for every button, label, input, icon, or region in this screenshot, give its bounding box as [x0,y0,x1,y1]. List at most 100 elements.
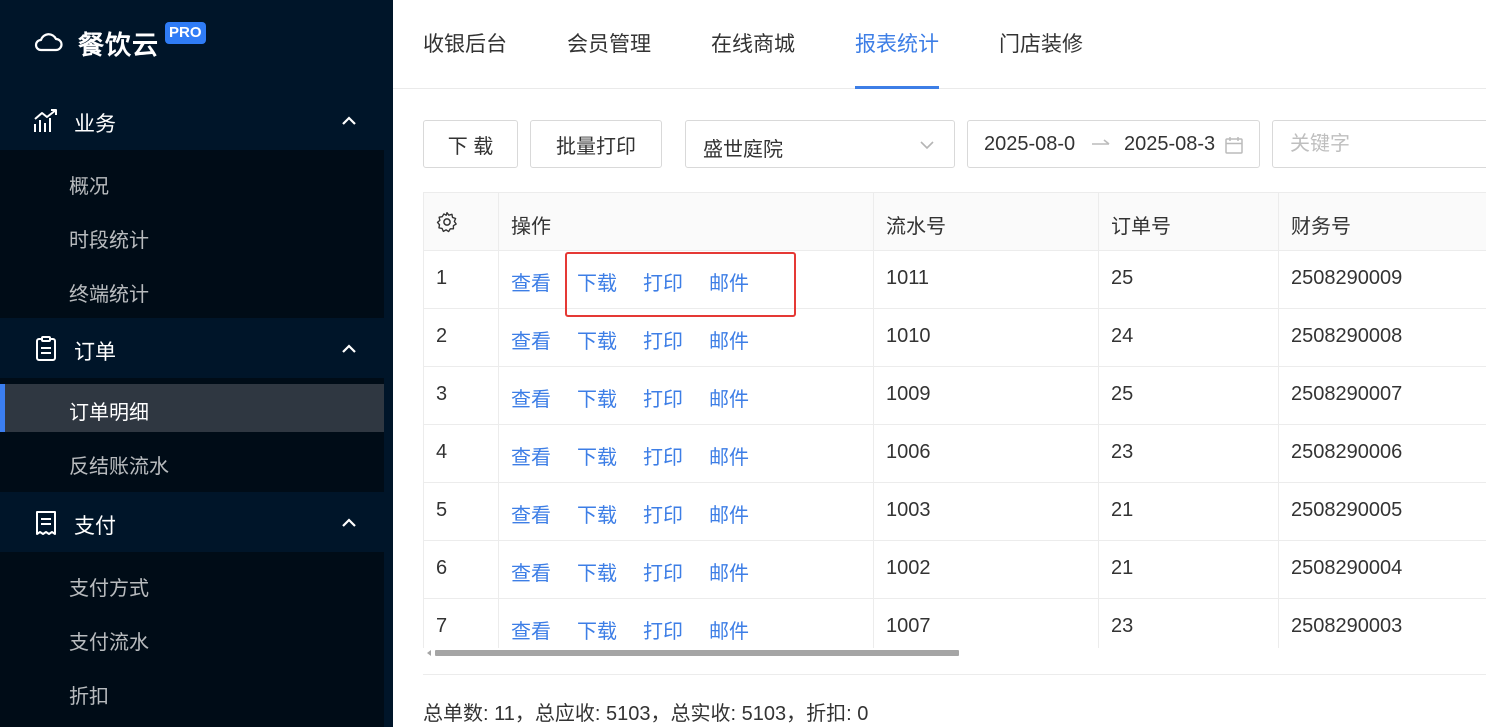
column-header-serial: 流水号 [874,193,1099,251]
view-link[interactable]: 查看 [511,615,551,644]
view-link[interactable]: 查看 [511,441,551,470]
sidebar-item-order-details[interactable]: 订单明细 [0,384,384,432]
horizontal-scrollbar[interactable] [423,648,1486,660]
calendar-icon [1225,137,1243,154]
sidebar: 餐饮云 PRO 业务 概况 时段统计 终端统计 订单 订单明细 反结账流水 支付… [0,0,393,727]
view-link[interactable]: 查看 [511,267,551,296]
tab-cashier-backend[interactable]: 收银后台 [423,28,507,58]
date-start-input[interactable]: 2025-08-0 [984,133,1078,156]
download-link[interactable]: 下载 [577,267,617,296]
cell-finance: 2508290008 [1279,309,1486,367]
sidebar-item-period-stats[interactable]: 时段统计 [0,212,384,260]
sidebar-item-terminal-stats[interactable]: 终端统计 [0,266,384,314]
batch-print-button[interactable]: 批量打印 [530,120,662,168]
brand-name: 餐饮云 [78,30,160,60]
store-select[interactable]: 盛世庭院 [685,120,955,168]
chart-line-icon [34,109,57,132]
row-actions: 查看 下载 打印 邮件 [499,425,874,483]
order-table: 操作 流水号 订单号 财务号 1 查看 下载 打印 邮件 1011 25 2508290009… [423,192,1486,648]
email-link[interactable]: 邮件 [709,499,749,528]
email-link[interactable]: 邮件 [709,267,749,296]
menu-group-label: 业务 [74,113,116,136]
menu-group-label: 支付 [74,515,116,538]
cell-serial: 1011 [874,251,1099,309]
divider [423,674,1486,675]
top-nav: 收银后台 会员管理 在线商城 报表统计 门店装修 [393,0,1486,89]
row-index: 2 [424,309,499,367]
row-index: 6 [424,541,499,599]
row-index: 5 [424,483,499,541]
cell-serial: 1007 [874,599,1099,648]
view-link[interactable]: 查看 [511,557,551,586]
column-settings[interactable] [424,193,499,251]
row-index: 3 [424,367,499,425]
date-end-input[interactable]: 2025-08-3 [1124,133,1218,156]
tab-report-stats[interactable]: 报表统计 [855,28,939,58]
print-link[interactable]: 打印 [643,557,683,586]
view-link[interactable]: 查看 [511,499,551,528]
tab-online-mall[interactable]: 在线商城 [711,28,795,58]
print-link[interactable]: 打印 [643,441,683,470]
gear-icon[interactable] [436,211,458,233]
cell-finance: 2508290005 [1279,483,1486,541]
cell-order: 24 [1099,309,1279,367]
row-actions: 查看 下载 打印 邮件 [499,541,874,599]
table-row: 1 查看 下载 打印 邮件 1011 25 2508290009 [424,251,1486,309]
download-link[interactable]: 下载 [577,499,617,528]
row-actions: 查看 下载 打印 邮件 [499,367,874,425]
cell-order: 21 [1099,541,1279,599]
view-link[interactable]: 查看 [511,383,551,412]
menu-group-payment[interactable]: 支付 [0,494,393,552]
download-link[interactable]: 下载 [577,325,617,354]
table-row: 5 查看 下载 打印 邮件 1003 21 2508290005 [424,483,1486,541]
print-link[interactable]: 打印 [643,325,683,354]
menu-group-orders[interactable]: 订单 [0,320,393,378]
cell-order: 23 [1099,425,1279,483]
email-link[interactable]: 邮件 [709,383,749,412]
download-button[interactable]: 下 载 [423,120,518,168]
download-link[interactable]: 下载 [577,557,617,586]
arrow-right-icon [1092,139,1110,145]
sidebar-item-discount[interactable]: 折扣 [0,668,384,716]
print-link[interactable]: 打印 [643,615,683,644]
table-row: 7 查看 下载 打印 邮件 1007 23 2508290003 [424,599,1486,648]
active-tab-indicator [855,86,939,89]
scrollbar-thumb[interactable] [435,650,959,656]
scroll-left-icon[interactable] [427,650,431,656]
email-link[interactable]: 邮件 [709,441,749,470]
cell-finance: 2508290004 [1279,541,1486,599]
row-index: 7 [424,599,499,648]
row-actions: 查看 下载 打印 邮件 [499,251,874,309]
receipt-icon [36,511,56,535]
print-link[interactable]: 打印 [643,267,683,296]
sidebar-item-reverse-checkout[interactable]: 反结账流水 [0,438,384,486]
cell-order: 25 [1099,251,1279,309]
menu-group-business[interactable]: 业务 [0,92,393,150]
row-actions: 查看 下载 打印 邮件 [499,483,874,541]
cell-serial: 1009 [874,367,1099,425]
keyword-input[interactable] [1272,120,1486,168]
email-link[interactable]: 邮件 [709,325,749,354]
row-index: 4 [424,425,499,483]
email-link[interactable]: 邮件 [709,615,749,644]
download-link[interactable]: 下载 [577,441,617,470]
brand-logo[interactable]: 餐饮云 PRO [0,0,393,88]
download-link[interactable]: 下载 [577,615,617,644]
date-range-picker[interactable]: 2025-08-0 2025-08-3 [967,120,1260,168]
cell-serial: 1003 [874,483,1099,541]
submenu-payment: 支付方式 支付流水 折扣 [0,552,384,727]
row-actions: 查看 下载 打印 邮件 [499,599,874,648]
download-link[interactable]: 下载 [577,383,617,412]
tab-store-decoration[interactable]: 门店装修 [999,28,1083,58]
view-link[interactable]: 查看 [511,325,551,354]
print-link[interactable]: 打印 [643,383,683,412]
sidebar-item-payment-methods[interactable]: 支付方式 [0,560,384,608]
tab-member-management[interactable]: 会员管理 [567,28,651,58]
chevron-down-icon [920,141,934,150]
print-link[interactable]: 打印 [643,499,683,528]
email-link[interactable]: 邮件 [709,557,749,586]
sidebar-item-overview[interactable]: 概况 [0,158,384,206]
chevron-up-icon [342,344,356,353]
table-row: 6 查看 下载 打印 邮件 1002 21 2508290004 [424,541,1486,599]
sidebar-item-payment-flow[interactable]: 支付流水 [0,614,384,662]
